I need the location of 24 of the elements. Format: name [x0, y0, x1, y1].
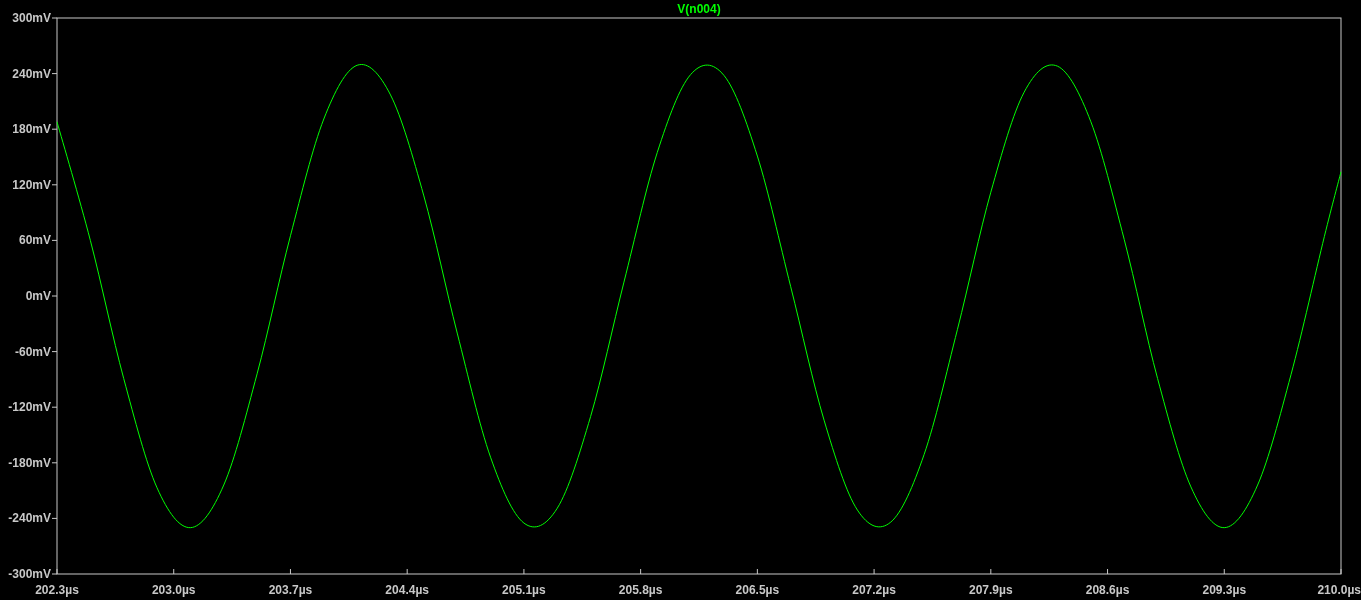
- y-tick-label: 120mV: [12, 177, 51, 192]
- y-tick-label: -240mV: [8, 511, 51, 526]
- x-tick-label: 209.3µs: [1202, 583, 1247, 597]
- y-tick-label: -180mV: [8, 455, 51, 470]
- trace-label: V(n004): [677, 2, 721, 16]
- x-tick-label: 204.4µs: [385, 583, 429, 597]
- x-tick-label: 202.3µs: [35, 583, 79, 597]
- x-tick-label: 207.2µs: [852, 583, 896, 597]
- y-tick-label: -300mV: [8, 567, 51, 581]
- y-tick-label: 0mV: [25, 289, 51, 303]
- y-tick-label: 60mV: [18, 233, 51, 248]
- x-tick-label: 205.1µs: [502, 583, 546, 597]
- x-tick-label: 208.6µs: [1085, 583, 1130, 597]
- y-tick-label: 240mV: [12, 66, 51, 81]
- y-tick-label: 300mV: [12, 11, 51, 25]
- y-tick-label: 180mV: [12, 122, 51, 137]
- x-tick-label: 207.9µs: [969, 583, 1013, 597]
- x-tick-label: 203.7µs: [268, 583, 313, 597]
- x-tick-label: 206.5µs: [735, 583, 780, 597]
- y-tick-label: -120mV: [8, 400, 51, 415]
- y-tick-label: -60mV: [14, 344, 51, 359]
- x-tick-label: 210.0µs: [1317, 583, 1361, 597]
- x-tick-label: 205.8µs: [618, 583, 663, 597]
- x-tick-label: 203.0µs: [151, 583, 196, 597]
